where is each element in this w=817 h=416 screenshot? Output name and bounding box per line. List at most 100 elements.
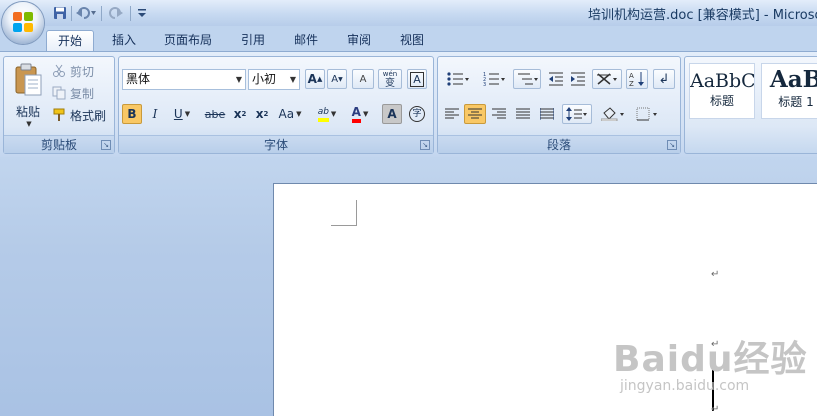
customize-qat-button[interactable]: [135, 4, 149, 22]
grow-font-button[interactable]: A ▲: [305, 69, 325, 89]
line-spacing-button[interactable]: [562, 104, 592, 124]
font-group: 黑体 ▼ 小初 ▼ A ▲ A ▼ A wén 变 A B I U ▼ abe …: [118, 56, 434, 154]
margin-crop-mark: [331, 200, 357, 226]
ribbon: 粘贴 ▼ 剪切 复制 格式刷 剪贴板 ↘ 黑体 ▼ 小初 ▼ A ▲ A ▼ A…: [0, 51, 817, 157]
style-heading-1[interactable]: AaB 标题 1: [761, 63, 817, 119]
chinese-layout-button[interactable]: [592, 69, 622, 89]
redo-button[interactable]: [104, 4, 128, 22]
shading-button[interactable]: [597, 104, 629, 124]
cut-button[interactable]: 剪切: [52, 61, 104, 81]
tab-mailings[interactable]: 邮件: [284, 30, 328, 52]
tab-insert[interactable]: 插入: [103, 30, 145, 52]
svg-text:A: A: [629, 72, 634, 80]
bullets-button[interactable]: [442, 69, 474, 89]
align-left-icon: [445, 108, 459, 119]
enclose-characters-icon: 字: [409, 106, 425, 122]
format-painter-button[interactable]: 格式刷: [52, 105, 112, 125]
numbering-button[interactable]: 1 2 3: [478, 69, 510, 89]
change-case-button[interactable]: Aa ▼: [275, 104, 305, 124]
underline-icon: U: [173, 107, 183, 121]
clipboard-icon: [15, 63, 42, 95]
baidu-watermark: Baidu经验: [613, 339, 808, 380]
clipboard-group-label: 剪贴板: [4, 135, 114, 153]
justify-button[interactable]: [513, 104, 533, 124]
office-button[interactable]: [2, 2, 44, 44]
undo-button[interactable]: [73, 4, 99, 22]
align-right-button[interactable]: [489, 104, 509, 124]
superscript-icon: x: [255, 107, 264, 121]
style-heading-label: 标题: [709, 94, 734, 108]
title-bar: 培训机构运营.doc [兼容模式] - Microsoft: [0, 0, 817, 26]
paragraph-mark: ↵: [711, 404, 720, 415]
char-border-icon: A: [410, 71, 424, 87]
bullet-list-icon: [447, 72, 469, 86]
highlight-button[interactable]: ab ▼: [311, 104, 343, 124]
font-size-combo[interactable]: 小初 ▼: [248, 69, 300, 90]
svg-text:3: 3: [483, 82, 486, 86]
style-heading[interactable]: AaBbC 标题: [689, 63, 755, 119]
subscript-mark: 2: [241, 110, 247, 118]
window-title: 培训机构运营.doc [兼容模式] - Microsoft: [588, 8, 817, 23]
style-heading-1-label: 标题 1: [778, 95, 814, 109]
phonetic-guide-button[interactable]: wén 变: [378, 69, 402, 89]
tab-view[interactable]: 视图: [390, 30, 434, 52]
decrease-indent-icon: [549, 72, 563, 86]
font-name-dropdown-icon: ▼: [235, 75, 242, 84]
tab-home[interactable]: 开始: [46, 30, 94, 53]
font-color-button[interactable]: A ▼: [345, 104, 375, 124]
tab-references[interactable]: 引用: [231, 30, 275, 52]
redo-icon: [109, 7, 123, 19]
multilevel-list-button[interactable]: [513, 69, 541, 89]
format-painter-icon: [53, 108, 65, 121]
phonetic-char: 变: [385, 78, 395, 89]
copy-button[interactable]: 复制: [52, 83, 104, 103]
justify-icon: [516, 108, 530, 119]
chinese-layout-icon: [597, 73, 617, 85]
show-formatting-marks-button[interactable]: ↲: [653, 69, 675, 89]
enclose-characters-button[interactable]: 字: [407, 104, 427, 124]
char-border-button[interactable]: A: [407, 69, 427, 89]
font-dialog-launcher[interactable]: ↘: [420, 140, 430, 150]
paragraph-mark: ↵: [711, 269, 720, 280]
bold-icon: B: [127, 107, 137, 121]
ribbon-tab-bar: 开始 插入 页面布局 引用 邮件 审阅 视图: [0, 26, 817, 53]
paint-bucket-icon: [601, 107, 624, 121]
decrease-indent-button[interactable]: [546, 69, 566, 89]
tab-review[interactable]: 审阅: [337, 30, 381, 52]
undo-icon: [76, 7, 96, 19]
font-name-combo[interactable]: 黑体 ▼: [122, 69, 246, 90]
shrink-font-button[interactable]: A ▼: [327, 69, 347, 89]
paragraph-dialog-launcher[interactable]: ↘: [667, 140, 677, 150]
save-button[interactable]: [52, 4, 68, 22]
font-name-value: 黑体: [126, 72, 151, 86]
multilevel-list-icon: [518, 73, 538, 85]
clear-format-button[interactable]: A: [352, 69, 374, 89]
grow-font-icon: A: [307, 72, 317, 86]
bold-button[interactable]: B: [122, 104, 142, 124]
borders-icon: [636, 107, 657, 121]
paragraph-group: 1 2 3 A Z ↲ 段落 ↘: [437, 56, 681, 154]
distributed-icon: [540, 108, 554, 120]
pilcrow-icon: ↲: [658, 71, 670, 87]
paste-label: 粘贴: [15, 104, 40, 119]
numbered-list-icon: 1 2 3: [483, 72, 505, 86]
paste-button[interactable]: 粘贴 ▼: [8, 59, 48, 131]
superscript-button[interactable]: x2: [252, 104, 272, 124]
distributed-button[interactable]: [537, 104, 557, 124]
sort-button[interactable]: A Z: [626, 69, 648, 89]
italic-button[interactable]: I: [145, 104, 165, 124]
char-shading-button[interactable]: A: [382, 104, 402, 124]
increase-indent-button[interactable]: [568, 69, 588, 89]
office-logo-icon: [13, 12, 33, 32]
paragraph-group-label: 段落: [438, 135, 680, 153]
clipboard-dialog-launcher[interactable]: ↘: [101, 140, 111, 150]
save-icon: [54, 7, 66, 19]
subscript-button[interactable]: x2: [230, 104, 250, 124]
align-center-button[interactable]: [464, 104, 486, 124]
borders-button[interactable]: [632, 104, 664, 124]
underline-button[interactable]: U ▼: [168, 104, 196, 124]
align-left-button[interactable]: [442, 104, 462, 124]
strikethrough-button[interactable]: abe: [203, 104, 227, 124]
cut-label: 剪切: [70, 64, 95, 79]
tab-page-layout[interactable]: 页面布局: [155, 30, 221, 52]
